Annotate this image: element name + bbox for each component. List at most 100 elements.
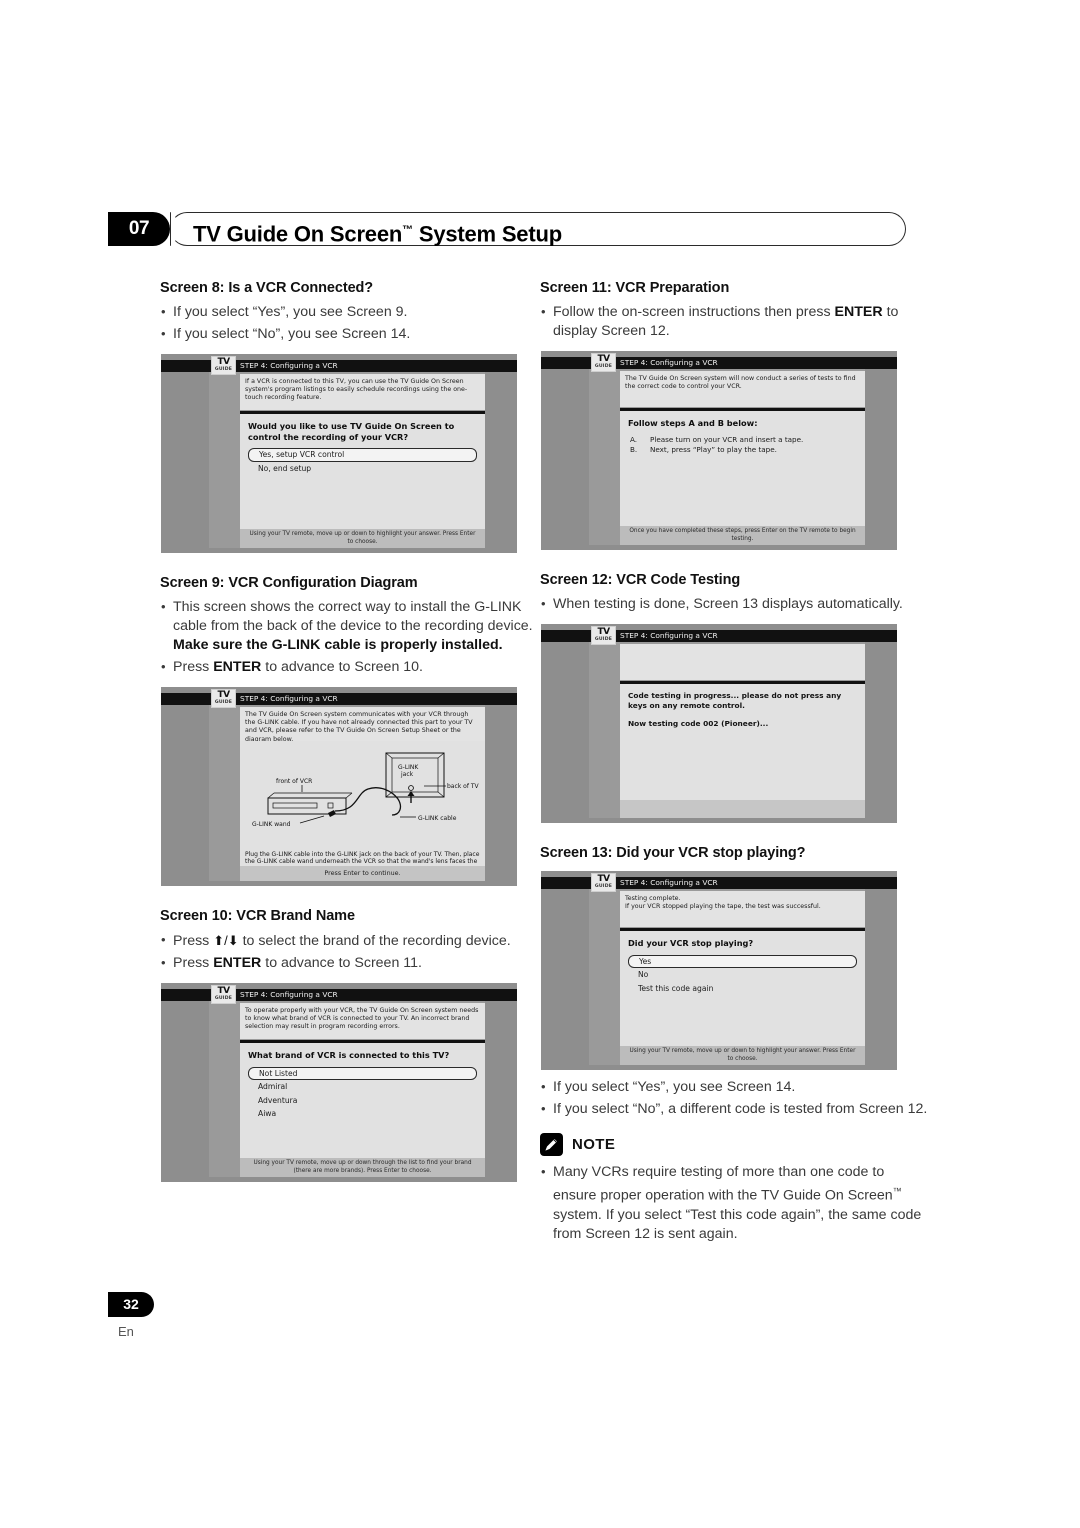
intro-panel: The TV Guide On Screen system will now c… — [620, 371, 865, 407]
page-header: 07 TV Guide On Screen™ System Setup — [108, 211, 908, 252]
list-item: This screen shows the correct way to ins… — [160, 597, 548, 655]
option-item[interactable]: Admiral — [248, 1080, 477, 1094]
step-label: STEP 4: Configuring a VCR — [240, 361, 338, 370]
note-body: Many VCRs require testing of more than o… — [540, 1162, 928, 1244]
pencil-icon — [540, 1133, 563, 1156]
section-heading: Screen 12: VCR Code Testing — [540, 572, 741, 588]
hint-bar: Using your TV remote, move up or down th… — [240, 1158, 485, 1177]
section-screen-11: Screen 11: VCR Preparation Follow the on… — [540, 280, 928, 550]
step-label: STEP 4: Configuring a VCR — [240, 694, 338, 703]
label-glink-cable: G-LINK cable — [418, 815, 457, 822]
page-title: TV Guide On Screen™ System Setup — [193, 213, 562, 251]
hint-bar: Using your TV remote, move up or down to… — [240, 529, 485, 548]
option-list[interactable]: Yes No Test this code again — [628, 954, 857, 996]
question-panel: Did your VCR stop playing? Yes No Test t… — [620, 931, 865, 1053]
section-heading: Screen 9: VCR Configuration Diagram — [160, 575, 418, 591]
option-item-selected[interactable]: Not Listed — [248, 1066, 477, 1080]
status-panel: Code testing in progress... please do no… — [620, 684, 865, 806]
up-down-arrow-icon: ⬆/⬇ — [213, 933, 239, 948]
page-title-rest: System Setup — [412, 221, 562, 247]
chapter-number-badge: 07 — [108, 212, 170, 246]
step-list: A. Please turn on your VCR and insert a t… — [628, 435, 857, 455]
screenshot-screen-10: TV GUIDE STEP 4: Configuring a VCR To op… — [161, 983, 517, 1182]
option-item[interactable]: No, end setup — [248, 462, 477, 476]
option-item[interactable]: No — [628, 968, 857, 982]
intro-panel: To operate properly with your VCR, the T… — [240, 1003, 485, 1039]
logo-line-2: GUIDE — [214, 700, 233, 705]
trademark-symbol: ™ — [892, 1186, 902, 1196]
list-item-text: Press — [173, 659, 214, 675]
logo-line-1: TV — [597, 627, 611, 637]
screenshot-screen-8: TV GUIDE STEP 4: Configuring a VCR If a … — [161, 354, 517, 553]
label-glink-wand: G-LINK wand — [252, 821, 291, 828]
step-label-a: A. — [630, 434, 638, 444]
page-title-main: TV Guide On Screen — [193, 221, 403, 247]
list-item-text: This screen shows the correct way to ins… — [173, 599, 533, 634]
list-item: If you select “No”, you see Screen 14. — [160, 324, 548, 344]
tv-guide-logo-icon: TV GUIDE — [211, 356, 236, 375]
page-number-badge: 32 — [108, 1292, 154, 1317]
option-item-selected[interactable]: Yes, setup VCR control — [248, 448, 477, 462]
testing-progress-text: Code testing in progress... please do no… — [628, 691, 842, 711]
list-item: If you select “No”, a different code is … — [540, 1099, 928, 1119]
logo-line-1: TV — [217, 986, 231, 996]
option-item[interactable]: Test this code again — [628, 982, 857, 996]
enter-key-label: ENTER — [213, 955, 262, 971]
list-item: Press ENTER to advance to Screen 11. — [160, 953, 548, 973]
intro-panel: If a VCR is connected to this TV, you ca… — [240, 374, 485, 410]
question-panel: What brand of VCR is connected to this T… — [240, 1043, 485, 1165]
option-item[interactable]: Aiwa — [248, 1107, 477, 1121]
screenshot-screen-12: TV GUIDE STEP 4: Configuring a VCR Code … — [541, 624, 897, 823]
note-header: NOTE — [540, 1133, 928, 1156]
manual-page: 07 TV Guide On Screen™ System Setup Scre… — [0, 0, 1080, 1528]
section-heading: Screen 13: Did your VCR stop playing? — [540, 845, 806, 861]
wiring-diagram-svg: front of VCR G-LINK wand G-LINK jack bac… — [252, 752, 480, 828]
wiring-diagram: front of VCR G-LINK wand G-LINK jack bac… — [240, 741, 485, 849]
section-screen-9: Screen 9: VCR Configuration Diagram This… — [160, 575, 548, 886]
list-item-text-tail: to select the brand of the recording dev… — [238, 933, 511, 949]
right-column: Screen 11: VCR Preparation Follow the on… — [540, 280, 928, 1244]
tv-guide-logo-icon: TV GUIDE — [211, 689, 236, 708]
section-screen-13: Screen 13: Did your VCR stop playing? TV… — [540, 845, 928, 1119]
hint-bar: Once you have completed these steps, pre… — [620, 526, 865, 545]
step-label: STEP 4: Configuring a VCR — [620, 358, 718, 367]
screenshot-screen-13: TV GUIDE STEP 4: Configuring a VCR Testi… — [541, 871, 897, 1070]
section-heading: Screen 10: VCR Brand Name — [160, 908, 355, 924]
hint-bar: Using your TV remote, move up or down to… — [620, 1046, 865, 1065]
bullet-list: If you select “Yes”, you see Screen 14. … — [540, 1077, 928, 1119]
note-block: NOTE Many VCRs require testing of more t… — [540, 1133, 928, 1244]
option-list[interactable]: Yes, setup VCR control No, end setup — [248, 448, 477, 475]
label-back-of-tv: back of TV — [447, 783, 480, 790]
logo-line-2: GUIDE — [594, 637, 613, 642]
bullet-list: Press ⬆/⬇ to select the brand of the rec… — [160, 930, 548, 973]
list-item: If you select “Yes”, you see Screen 14. — [540, 1077, 928, 1097]
section-heading: Screen 11: VCR Preparation — [540, 280, 730, 296]
logo-line-1: TV — [597, 354, 611, 364]
question-text: Would you like to use TV Guide On Screen… — [248, 421, 455, 442]
step-label: STEP 4: Configuring a VCR — [620, 878, 718, 887]
step-label: STEP 4: Configuring a VCR — [240, 990, 338, 999]
list-item: B. Next, press “Play” to play the tape. — [628, 445, 857, 455]
section-screen-12: Screen 12: VCR Code Testing When testing… — [540, 572, 928, 823]
list-item: Press ENTER to advance to Screen 10. — [160, 657, 548, 677]
label-glink-jack-2: jack — [400, 771, 414, 778]
logo-line-2: GUIDE — [594, 884, 613, 889]
option-item-selected[interactable]: Yes — [628, 954, 857, 968]
label-glink-jack: G-LINK — [398, 764, 419, 771]
press-enter-bar: Press Enter to continue. — [240, 866, 485, 881]
note-text-tail: system. If you select “Test this code ag… — [553, 1206, 922, 1242]
step-label: STEP 4: Configuring a VCR — [620, 631, 718, 640]
option-list[interactable]: Not Listed Admiral Adventura Aiwa — [248, 1066, 477, 1121]
step-label-b: B. — [630, 444, 638, 454]
list-item-text: Follow the on-screen instructions then p… — [553, 304, 835, 320]
bullet-list: If you select “Yes”, you see Screen 9. I… — [160, 302, 548, 344]
option-item[interactable]: Adventura — [248, 1094, 477, 1108]
list-item: Many VCRs require testing of more than o… — [540, 1162, 928, 1244]
pencil-icon-svg — [545, 1139, 557, 1151]
tv-guide-logo-icon: TV GUIDE — [211, 985, 236, 1004]
intro-panel: The TV Guide On Screen system communicat… — [240, 707, 485, 743]
section-heading: Screen 8: Is a VCR Connected? — [160, 280, 374, 296]
